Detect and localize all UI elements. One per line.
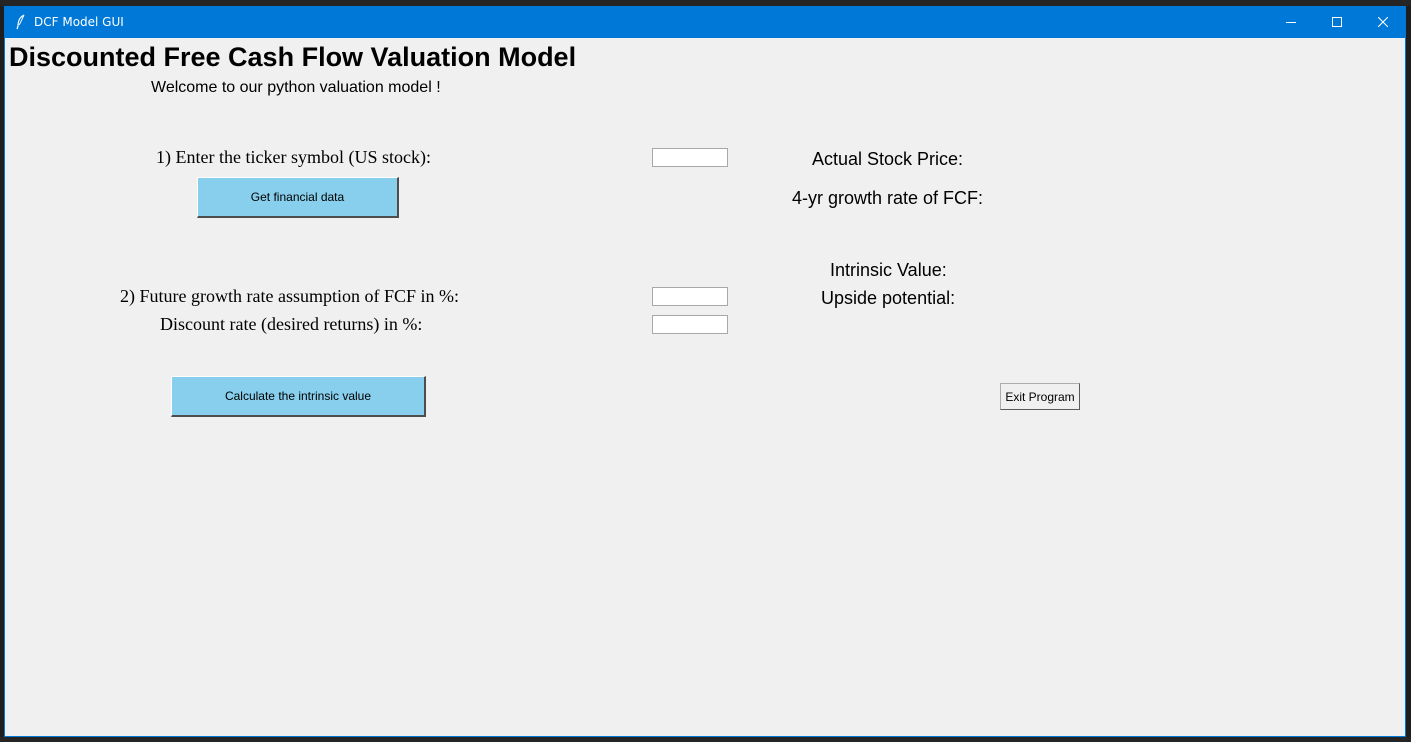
window-title: DCF Model GUI [34, 15, 124, 29]
actual-stock-price-label: Actual Stock Price: [812, 149, 964, 169]
minimize-icon [1286, 22, 1296, 23]
window-client-area: Discounted Free Cash Flow Valuation Mode… [5, 38, 1405, 736]
welcome-text: Welcome to our python valuation model ! [151, 79, 441, 96]
maximize-button[interactable] [1314, 7, 1360, 38]
ticker-label: 1) Enter the ticker symbol (US stock): [156, 147, 431, 167]
title-bar[interactable]: DCF Model GUI [5, 7, 1405, 38]
growth-rate-label: 2) Future growth rate assumption of FCF … [120, 286, 459, 306]
get-financial-data-button[interactable]: Get financial data [197, 177, 399, 218]
growth-rate-input[interactable] [652, 287, 728, 306]
app-window: DCF Model GUI Discounted Free Cash Flow … [4, 6, 1406, 737]
upside-potential-label: Upside potential: [821, 288, 956, 308]
fcf-growth-rate-label: 4-yr growth rate of FCF: [792, 188, 984, 208]
intrinsic-value-label: Intrinsic Value: [830, 260, 947, 280]
background-editor-strip-bottom [0, 737, 1411, 742]
discount-rate-label: Discount rate (desired returns) in %: [160, 314, 423, 334]
maximize-icon [1332, 17, 1342, 27]
minimize-button[interactable] [1268, 7, 1314, 38]
discount-rate-input[interactable] [652, 315, 728, 334]
ticker-input[interactable] [652, 148, 728, 167]
close-button[interactable] [1360, 7, 1406, 38]
exit-program-button[interactable]: Exit Program [1000, 383, 1080, 410]
close-icon [1378, 17, 1388, 27]
feather-icon [13, 14, 29, 30]
page-title: Discounted Free Cash Flow Valuation Mode… [9, 42, 577, 72]
calculate-intrinsic-value-button[interactable]: Calculate the intrinsic value [171, 376, 426, 417]
